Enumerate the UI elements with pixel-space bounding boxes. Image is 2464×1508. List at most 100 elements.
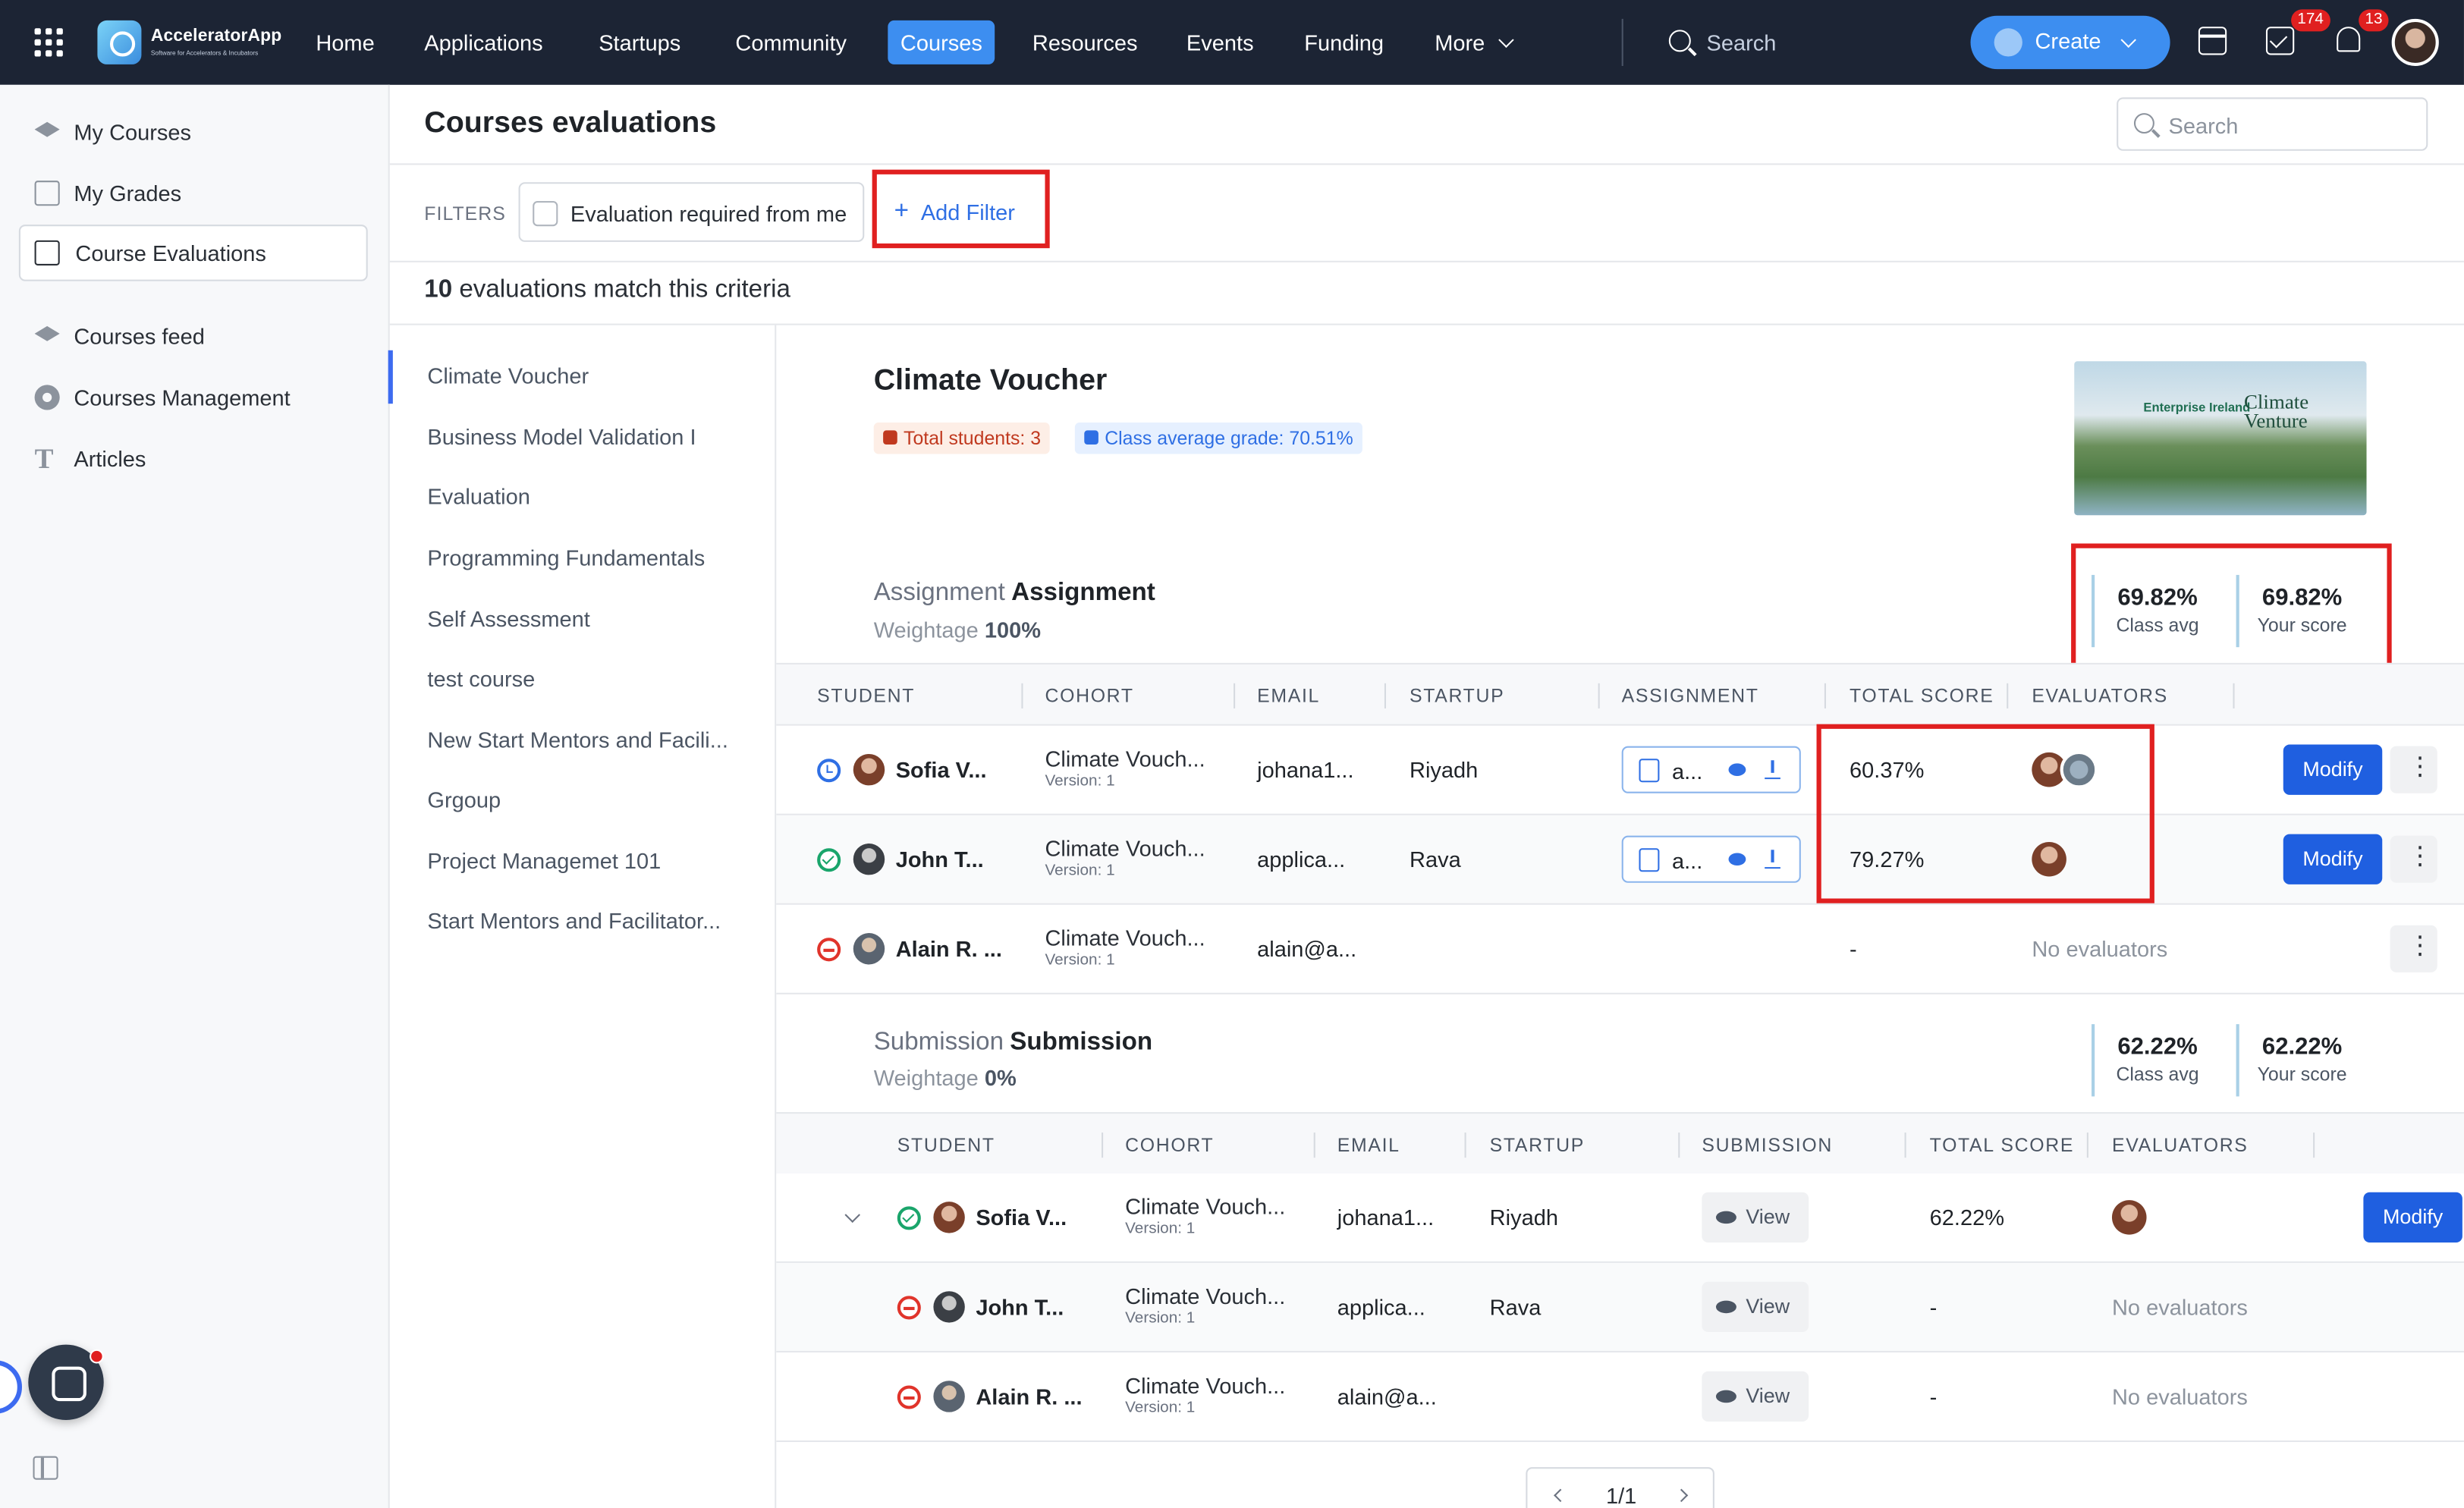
assignment-file-chip[interactable]: a... [1621, 835, 1801, 883]
pending-status-icon [817, 759, 841, 783]
view-eye-icon[interactable] [1728, 853, 1746, 866]
student-name[interactable]: Alain R. ... [976, 1384, 1082, 1409]
modify-button[interactable]: Modify [2363, 1192, 2462, 1243]
nav-funding[interactable]: Funding [1304, 27, 1384, 58]
search-icon[interactable] [1668, 30, 1691, 52]
modify-button[interactable]: Modify [2283, 744, 2383, 795]
user-avatar[interactable] [2391, 18, 2439, 66]
download-icon[interactable] [1765, 850, 1780, 869]
th-evaluators: EVALUATORS [2111, 1134, 2249, 1157]
more-options-icon[interactable] [2390, 835, 2437, 883]
sidebar-item-course-evaluations[interactable]: Course Evaluations [18, 225, 368, 281]
sidebar-item-articles[interactable]: T Articles [19, 430, 368, 487]
student-name[interactable]: Sofia V... [976, 1205, 1067, 1230]
course-list-item[interactable]: Grgoup [427, 787, 750, 812]
view-eye-icon[interactable] [1728, 763, 1746, 776]
sidebar-item-my-courses[interactable]: My Courses [19, 104, 368, 161]
table-row[interactable]: Alain R. ... Climate Vouch... Version: 1… [776, 1352, 2464, 1442]
nav-courses[interactable]: Courses [888, 20, 995, 64]
collapse-sidebar-icon[interactable] [33, 1456, 58, 1480]
course-list-item[interactable]: Evaluation [427, 484, 750, 509]
course-list-item[interactable]: New Start Mentors and Facili... [427, 727, 750, 752]
course-list-item[interactable]: Climate Voucher [427, 363, 750, 388]
view-submission-button[interactable]: View [1702, 1371, 1809, 1422]
create-button[interactable]: Create [1970, 15, 2170, 70]
student-avatar [853, 933, 885, 965]
nav-events[interactable]: Events [1186, 27, 1254, 58]
active-course-indicator [388, 350, 393, 404]
evaluation-required-filter[interactable]: Evaluation required from me [518, 182, 865, 242]
nav-community[interactable]: Community [735, 27, 847, 58]
tasks-badge: 174 [2291, 9, 2330, 32]
total-score-cell: - [1850, 936, 1857, 962]
column-separator [2233, 683, 2235, 708]
sidebar-item-courses-management[interactable]: Courses Management [19, 369, 368, 426]
column-separator [1384, 683, 1386, 708]
view-submission-button[interactable]: View [1702, 1281, 1809, 1333]
global-search-input[interactable]: Search [1707, 27, 1777, 58]
student-name[interactable]: Sofia V... [896, 757, 987, 782]
sidebar-item-label: Articles [74, 446, 146, 472]
chevron-down-icon [2120, 32, 2136, 49]
nav-more[interactable]: More [1435, 27, 1514, 58]
email-cell: applica... [1337, 1294, 1425, 1320]
calendar-icon[interactable] [2198, 27, 2227, 55]
assignment-file-chip[interactable]: a... [1621, 746, 1801, 793]
nav-startups[interactable]: Startups [599, 27, 680, 58]
evaluator-avatar[interactable] [2111, 1200, 2147, 1235]
student-avatar [853, 844, 885, 875]
cover-text-enterprise: Enterprise Ireland [2143, 401, 2251, 415]
view-submission-button[interactable]: View [1702, 1192, 1809, 1243]
sidebar-item-my-grades[interactable]: My Grades [19, 165, 368, 221]
weightage-value: 0% [984, 1065, 1017, 1091]
nav-applications[interactable]: Applications [424, 27, 542, 58]
student-name[interactable]: John T... [976, 1294, 1064, 1319]
filter-checkbox[interactable] [533, 201, 558, 227]
cohort-cell: Climate Vouch... Version: 1 [1045, 836, 1205, 880]
course-list-item[interactable]: test course [427, 666, 750, 691]
bell-icon[interactable] [2337, 27, 2361, 52]
student-name[interactable]: Alain R. ... [896, 936, 1002, 961]
table-row[interactable]: Sofia V... Climate Vouch... Version: 1 j… [776, 725, 2464, 815]
add-filter-button[interactable]: + Add Filter [872, 169, 1050, 249]
submission-table-header: STUDENT COHORT EMAIL STARTUP SUBMISSION … [776, 1112, 2464, 1175]
table-row[interactable]: John T... Climate Vouch... Version: 1 ap… [776, 815, 2464, 905]
more-options-icon[interactable] [2390, 925, 2437, 972]
highlight-box [2071, 543, 2392, 673]
th-student: STUDENT [897, 1134, 995, 1157]
nav-home[interactable]: Home [316, 27, 374, 58]
class-average-text: Class average grade: 70.51% [1105, 427, 1353, 450]
modify-button[interactable]: Modify [2283, 834, 2383, 884]
th-student: STUDENT [817, 684, 916, 707]
download-icon[interactable] [1765, 760, 1780, 780]
total-students-badge: Total students: 3 [873, 423, 1051, 454]
column-separator [2086, 1133, 2088, 1158]
chevron-right-icon[interactable] [1674, 1488, 1689, 1503]
course-list-item[interactable]: Business Model Validation I [427, 424, 750, 449]
chevron-left-icon[interactable] [1554, 1488, 1567, 1503]
student-name[interactable]: John T... [896, 847, 984, 872]
course-list-item[interactable]: Self Assessment [427, 606, 750, 631]
notifications-badge: 13 [2359, 9, 2389, 32]
chevron-down-icon[interactable] [844, 1207, 860, 1224]
courses-search-input[interactable]: Search [2117, 97, 2428, 151]
more-options-icon[interactable] [2390, 746, 2437, 793]
app-logo-icon[interactable] [97, 20, 142, 64]
course-list-item[interactable]: Programming Fundamentals [427, 545, 750, 570]
filter-checkbox-label: Evaluation required from me [570, 201, 847, 227]
table-row[interactable]: Sofia V... Climate Vouch... Version: 1 j… [776, 1173, 2464, 1263]
sidebar-item-courses-feed[interactable]: Courses feed [19, 308, 368, 365]
table-row[interactable]: John T... Climate Vouch... Version: 1 ap… [776, 1262, 2464, 1352]
nav-resources[interactable]: Resources [1032, 27, 1138, 58]
cohort-name: Climate Vouch... [1125, 1193, 1286, 1219]
course-list-item[interactable]: Project Managemet 101 [427, 848, 750, 873]
apps-grid-icon[interactable] [34, 28, 63, 57]
tasks-check-icon[interactable] [2265, 27, 2295, 55]
email-cell: alain@a... [1337, 1384, 1437, 1409]
rocket-icon [1994, 28, 2022, 57]
cover-text-venture: Climate Venture [2243, 389, 2309, 432]
cohort-version: Version: 1 [1125, 1310, 1196, 1327]
table-row[interactable]: Alain R. ... Climate Vouch... Version: 1… [776, 904, 2464, 994]
page-indicator: 1/1 [1605, 1482, 1637, 1508]
course-list-item[interactable]: Start Mentors and Facilitator... [427, 908, 750, 933]
